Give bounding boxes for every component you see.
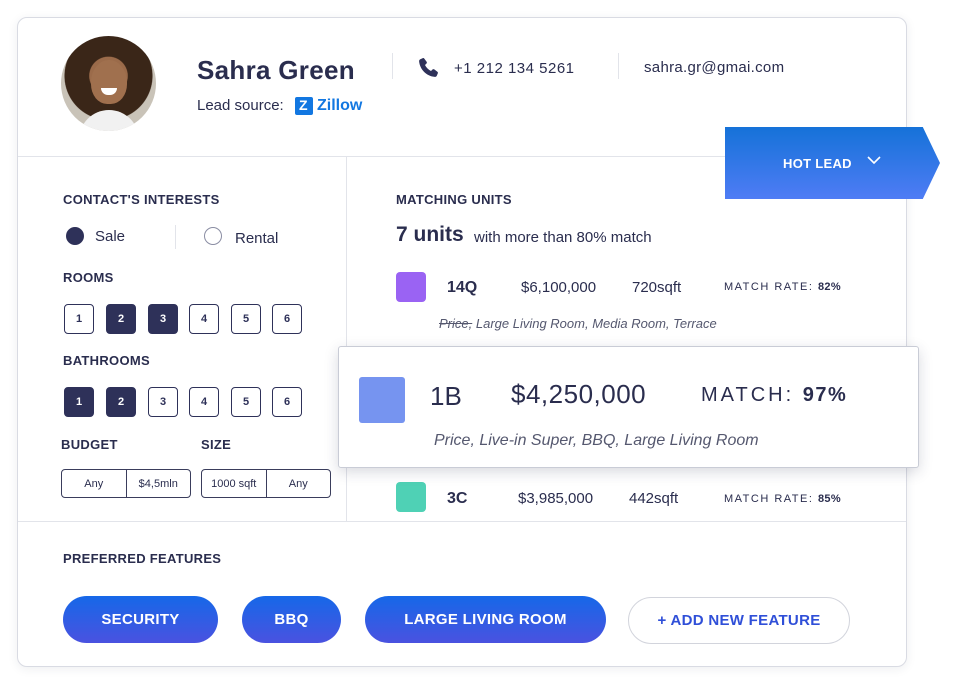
unit-features: Price, Large Living Room, Media Room, Te… (439, 316, 717, 331)
footer-divider (18, 521, 906, 522)
chevron-down-icon (867, 156, 881, 165)
match-rate-value: 85% (818, 493, 841, 505)
sale-label: Sale (95, 228, 126, 245)
contact-card (17, 17, 907, 667)
avatar-face (91, 60, 127, 104)
bathrooms-option-2[interactable]: 2 (106, 387, 136, 417)
match-label: MATCH: (701, 384, 795, 406)
rental-label: Rental (235, 230, 279, 247)
budget-title: BUDGET (61, 437, 118, 452)
budget-min[interactable]: Any (62, 470, 126, 497)
bathrooms-option-5[interactable]: 5 (231, 387, 261, 417)
unit-color-swatch (359, 377, 405, 423)
unit-match-rate: MATCH RATE: 82% (724, 281, 841, 293)
bathrooms-option-1[interactable]: 1 (64, 387, 94, 417)
lead-source[interactable]: Zillow (295, 97, 362, 115)
email-address[interactable]: sahra.gr@gmai.com (644, 59, 784, 76)
bathrooms-title: BATHROOMS (63, 353, 150, 368)
highlighted-unit-card[interactable]: 1B $4,250,000 MATCH: 97% Price, Live-in … (338, 346, 919, 468)
bathrooms-option-6[interactable]: 6 (272, 387, 302, 417)
match-rate-label: MATCH RATE: (724, 281, 814, 293)
avatar-shirt (79, 110, 139, 131)
unit-id: 14Q (447, 279, 478, 296)
unit-price: $6,100,000 (521, 279, 597, 296)
lead-source-label: Lead source: (197, 97, 284, 114)
lead-status-dropdown[interactable]: HOT LEAD (725, 127, 940, 199)
bathrooms-option-4[interactable]: 4 (189, 387, 219, 417)
match-value: 97% (802, 384, 848, 406)
unit-features-struck: Price, (439, 316, 473, 331)
interests-title: CONTACT'S INTERESTS (63, 192, 220, 207)
unit-features-text: Large Living Room, Media Room, Terrace (475, 316, 717, 331)
unit-color-swatch (396, 272, 426, 302)
avatar (61, 36, 156, 131)
unit-color-swatch (396, 482, 426, 512)
rental-radio[interactable] (204, 227, 222, 245)
rooms-option-6[interactable]: 6 (272, 304, 302, 334)
units-count-desc: with more than 80% match (474, 229, 652, 246)
unit-features: Price, Live-in Super, BBQ, Large Living … (434, 432, 759, 449)
lead-source-name: Zillow (317, 97, 363, 114)
feature-pill-security[interactable]: SECURITY (63, 596, 218, 643)
zillow-logo-icon (295, 97, 313, 115)
rooms-option-2[interactable]: 2 (106, 304, 136, 334)
radio-divider (175, 225, 176, 249)
sale-radio[interactable] (66, 227, 84, 245)
unit-id: 3C (447, 490, 468, 507)
rooms-option-4[interactable]: 4 (189, 304, 219, 334)
unit-match-rate: MATCH RATE: 85% (724, 493, 841, 505)
unit-size: 442sqft (629, 490, 679, 507)
header-divider-1 (392, 53, 393, 79)
size-title: SIZE (201, 437, 232, 452)
size-min[interactable]: 1000 sqft (202, 470, 266, 497)
phone-number[interactable]: +1 212 134 5261 (454, 60, 575, 77)
rooms-option-1[interactable]: 1 (64, 304, 94, 334)
budget-range: Any $4,5mln (61, 469, 191, 498)
match-rate-label: MATCH RATE: (724, 493, 814, 505)
preferred-features-title: PREFERRED FEATURES (63, 551, 222, 566)
rooms-option-5[interactable]: 5 (231, 304, 261, 334)
feature-pill-large-living-room[interactable]: LARGE LIVING ROOM (365, 596, 606, 643)
contact-name: Sahra Green (197, 55, 355, 85)
rooms-option-3[interactable]: 3 (148, 304, 178, 334)
size-max[interactable]: Any (265, 470, 331, 497)
unit-price: $4,250,000 (511, 379, 647, 409)
rooms-title: ROOMS (63, 270, 114, 285)
size-range: 1000 sqft Any (201, 469, 331, 498)
matching-title: MATCHING UNITS (396, 192, 512, 207)
unit-id: 1B (430, 381, 462, 411)
budget-max[interactable]: $4,5mln (125, 470, 191, 497)
lead-status-label: HOT LEAD (783, 156, 852, 171)
header-divider-2 (618, 53, 619, 79)
unit-size: 720sqft (632, 279, 682, 296)
match-rate-value: 82% (818, 281, 841, 293)
unit-match: MATCH: 97% (701, 384, 847, 407)
phone-icon (419, 58, 438, 77)
unit-price: $3,985,000 (518, 490, 594, 507)
bathrooms-option-3[interactable]: 3 (148, 387, 178, 417)
units-count: 7 units (396, 223, 464, 246)
add-feature-button[interactable]: + ADD NEW FEATURE (628, 597, 850, 644)
feature-pill-bbq[interactable]: BBQ (242, 596, 341, 643)
